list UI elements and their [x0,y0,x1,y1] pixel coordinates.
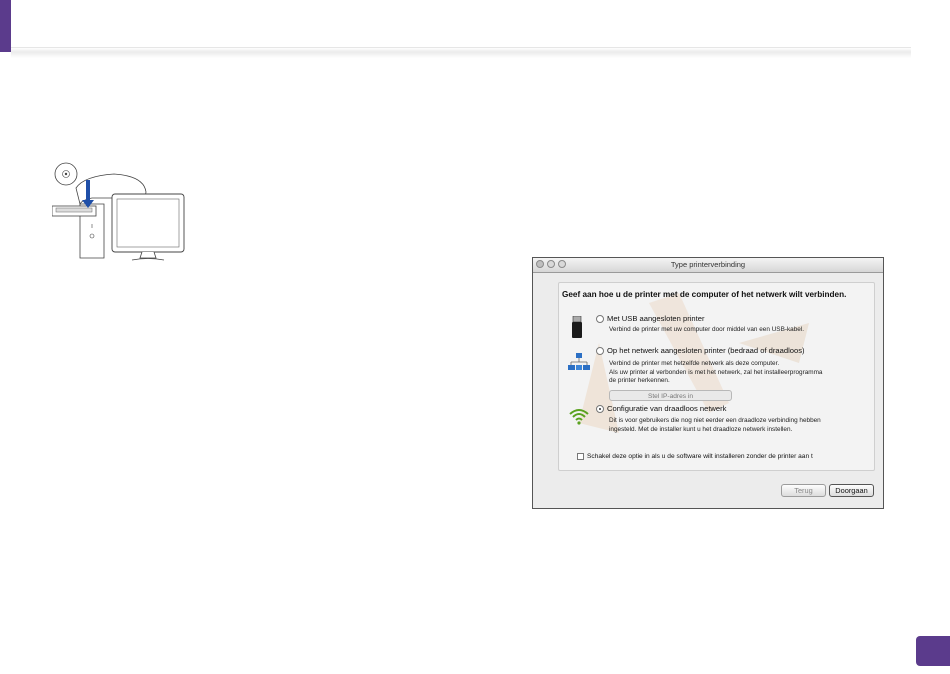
network-radio[interactable] [596,346,604,355]
minimize-window-button[interactable] [547,260,555,268]
cd-disc-icon [54,162,78,186]
zoom-window-button[interactable] [558,260,566,268]
close-window-button[interactable] [536,260,544,268]
network-description-line-3: de printer herkennen. [609,377,670,384]
wireless-description-line-2: ingesteld. Met de installer kunt u het d… [609,425,793,433]
network-option-label: Op het netwerk aangesloten printer (bedr… [607,346,805,355]
printer-connection-dialog: Type printerverbinding Geef aan hoe u de… [532,257,884,509]
set-ip-address-button[interactable]: Stel IP-adres in [609,390,732,401]
window-controls [536,260,566,268]
skip-printer-option[interactable]: Schakel deze optie in als u de software … [577,453,813,460]
wireless-radio[interactable] [596,404,604,413]
network-icon [568,353,590,370]
back-button[interactable]: Terug [781,484,826,497]
header-accent-bar [0,0,11,52]
wireless-option-label: Configuratie van draadloos netwerk [607,404,727,413]
continue-button[interactable]: Doorgaan [829,484,874,497]
monitor-icon [111,193,185,261]
usb-option-description: Verbind de printer met uw computer door … [609,326,805,333]
network-option-description: Verbind de printer met hetzelfde netwerk… [609,360,822,386]
wifi-icon [569,409,589,425]
window-titlebar: Type printerverbinding [533,258,883,273]
wireless-option-description: Dit is voor gebruikers die nog niet eerd… [609,417,821,434]
connection-options-panel: Geef aan hoe u de printer met de compute… [558,282,875,471]
usb-option[interactable]: Met USB aangesloten printer [596,314,705,323]
network-option[interactable]: Op het netwerk aangesloten printer (bedr… [596,346,805,355]
install-cd-illustration [52,162,185,261]
network-description-line-1: Verbind de printer met hetzelfde netwerk… [609,360,780,367]
skip-printer-label: Schakel deze optie in als u de software … [587,453,813,460]
usb-option-label: Met USB aangesloten printer [607,314,705,323]
skip-printer-checkbox[interactable] [577,453,584,460]
usb-icon [572,316,582,338]
usb-radio[interactable] [596,314,604,323]
network-description-line-2: Als uw printer al verbonden is met het n… [609,368,823,376]
wireless-option[interactable]: Configuratie van draadloos netwerk [596,404,726,413]
dialog-heading: Geef aan hoe u de printer met de compute… [562,290,847,299]
wireless-description-line-1: Dit is voor gebruikers die nog niet eerd… [609,417,821,424]
window-title: Type printerverbinding [670,260,746,269]
header-divider [11,47,911,58]
page-number-tab [916,636,950,666]
